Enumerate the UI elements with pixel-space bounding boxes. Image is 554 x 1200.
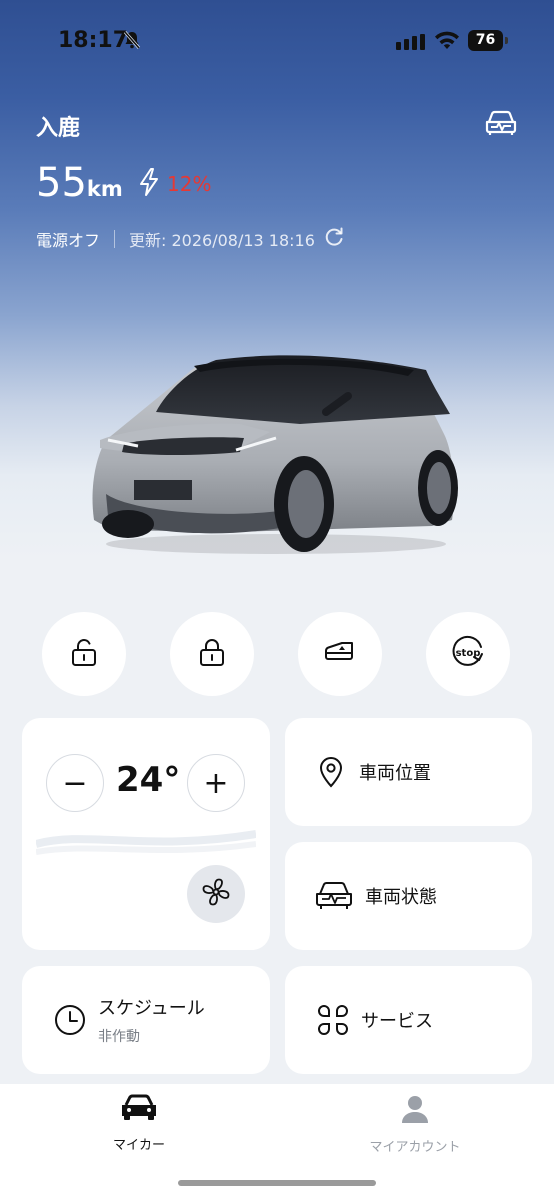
range-display: 55km xyxy=(36,160,123,206)
range-unit: km xyxy=(86,177,123,201)
lightning-icon xyxy=(137,167,161,201)
window-icon xyxy=(322,637,358,671)
account-icon xyxy=(399,1096,431,1128)
silent-bell-icon xyxy=(122,30,142,54)
services-tile[interactable]: サービス xyxy=(285,966,532,1074)
status-bar: 18:17 76 xyxy=(0,0,554,84)
vehicle-status-label: 車両状態 xyxy=(365,887,437,908)
wifi-icon xyxy=(434,31,460,55)
fan-icon xyxy=(199,875,233,913)
lock-button[interactable] xyxy=(170,612,254,696)
charge-percent: 12% xyxy=(167,172,212,196)
range-value: 55 xyxy=(36,160,87,206)
vehicle-diagnostics-icon[interactable] xyxy=(484,108,518,142)
power-status-row: 電源オフ 更新: 2026/08/13 18:16 xyxy=(36,226,345,252)
schedule-label: スケジュール xyxy=(98,998,205,1019)
tab-my-car-label: マイカー xyxy=(112,1138,165,1153)
location-pin-icon xyxy=(313,754,349,790)
battery-indicator: 76 xyxy=(468,30,508,51)
window-button[interactable] xyxy=(298,612,382,696)
schedule-tile[interactable]: スケジュール 非作動 xyxy=(22,966,270,1074)
clock-icon xyxy=(52,1002,88,1038)
fan-button[interactable] xyxy=(187,865,245,923)
climate-card[interactable]: − 24° + xyxy=(22,718,270,950)
services-label: サービス xyxy=(361,1011,433,1032)
tab-my-account[interactable]: マイアカウント xyxy=(345,1094,485,1155)
status-time: 18:17 xyxy=(58,28,129,53)
divider xyxy=(114,230,116,248)
stop-icon: stop xyxy=(448,632,488,676)
services-grid-icon xyxy=(315,1002,351,1038)
temperature-value: 24° xyxy=(116,760,181,800)
home-indicator[interactable] xyxy=(178,1180,376,1186)
vehicle-location-tile[interactable]: 車両位置 xyxy=(285,718,532,826)
tab-my-account-label: マイアカウント xyxy=(369,1140,461,1155)
stop-button[interactable]: stop xyxy=(426,612,510,696)
charge-display: 12% xyxy=(137,167,211,201)
vehicle-location-label: 車両位置 xyxy=(359,763,431,784)
temperature-increase-button[interactable]: + xyxy=(187,754,245,812)
schedule-state: 非作動 xyxy=(98,1029,140,1045)
temperature-decrease-button[interactable]: − xyxy=(46,754,104,812)
car-icon xyxy=(120,1094,158,1126)
vehicle-status-icon xyxy=(313,878,355,914)
battery-level: 76 xyxy=(475,32,496,48)
unlock-icon xyxy=(67,635,101,673)
cellular-signal-icon xyxy=(396,34,426,54)
tab-my-car[interactable]: マイカー xyxy=(69,1094,209,1153)
refresh-icon[interactable] xyxy=(323,226,345,252)
airflow-decoration xyxy=(34,822,257,866)
vehicle-name[interactable]: 入鹿 xyxy=(36,110,80,142)
stop-label: stop xyxy=(456,648,481,659)
unlock-button[interactable] xyxy=(42,612,126,696)
power-state: 電源オフ xyxy=(36,231,101,250)
last-updated: 更新: 2026/08/13 18:16 xyxy=(129,231,315,250)
vehicle-status-tile[interactable]: 車両状態 xyxy=(285,842,532,950)
lock-icon xyxy=(195,635,229,673)
vehicle-image xyxy=(86,348,466,562)
